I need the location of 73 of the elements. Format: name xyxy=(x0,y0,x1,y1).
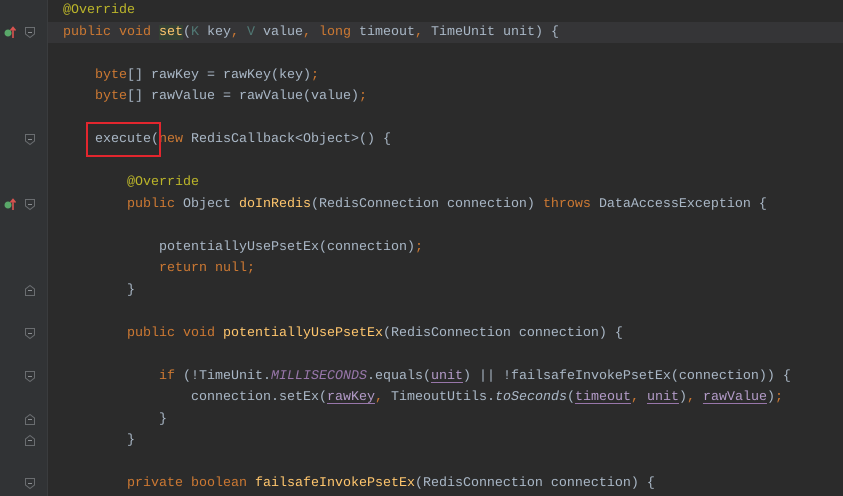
method-name: failsafeInvokePsetEx xyxy=(254,476,415,492)
annotation-text: @Override xyxy=(127,175,199,190)
keyword-text: public xyxy=(63,24,111,40)
keyword-text: byte xyxy=(95,68,127,83)
type-parameter-text: V xyxy=(247,24,255,40)
keyword-text: long xyxy=(319,24,351,40)
code-text: timeout xyxy=(359,24,415,40)
code-text: DataAccessException { xyxy=(598,196,767,212)
highlighted-code: execute( xyxy=(86,122,161,158)
code-text: [] rawValue = rawValue(value) xyxy=(127,89,359,104)
code-text: Object xyxy=(183,196,231,212)
annotation-text: @Override xyxy=(63,3,135,18)
punctuation-text: , xyxy=(231,24,239,40)
fold-end-icon[interactable] xyxy=(24,412,36,426)
variable-text: timeout xyxy=(574,390,631,406)
code-text: ) xyxy=(678,390,687,406)
code-text: } xyxy=(127,433,135,448)
method-name: potentiallyUsePsetEx xyxy=(222,326,383,341)
fold-icon[interactable] xyxy=(24,477,36,490)
punctuation-text: ; xyxy=(310,68,319,83)
variable-text: rawValue xyxy=(702,390,767,406)
code-text: ) || !failsafeInvokePsetEx(connection)) { xyxy=(462,368,791,384)
punctuation-text: ; xyxy=(358,89,367,104)
type-parameter-text: K xyxy=(191,24,199,40)
fold-icon[interactable] xyxy=(24,370,36,383)
code-text: ) xyxy=(766,390,775,406)
method-name: doInRedis xyxy=(239,196,311,212)
punctuation-text: , xyxy=(374,390,383,406)
method-call-text: toSeconds xyxy=(494,390,567,406)
fold-icon[interactable] xyxy=(24,133,36,146)
keyword-text: throws xyxy=(542,196,591,212)
fold-icon[interactable] xyxy=(24,26,36,39)
punctuation-text: , xyxy=(303,24,311,40)
variable-text: unit xyxy=(646,390,679,406)
fold-icon[interactable] xyxy=(24,198,36,211)
punctuation-text: , xyxy=(630,390,639,406)
code-text: TimeUnit unit) { xyxy=(431,24,559,40)
method-name: set xyxy=(159,24,183,40)
code-text: (!TimeUnit. xyxy=(183,368,271,384)
keyword-text: return null; xyxy=(159,261,255,276)
constant-text: MILLISECONDS xyxy=(270,368,367,384)
code-text: ( xyxy=(183,24,191,40)
keyword-text: private boolean xyxy=(127,476,247,492)
punctuation-text: ; xyxy=(774,390,783,406)
keyword-text: byte xyxy=(95,89,127,104)
code-text: potentiallyUsePsetEx(connection) xyxy=(159,240,415,255)
code-text: } xyxy=(127,282,135,298)
code-text: connection.setEx( xyxy=(191,390,327,406)
code-text: [] rawKey = rawKey(key) xyxy=(127,68,311,83)
code-text: ( xyxy=(566,390,575,406)
code-text: (RedisConnection connection) { xyxy=(414,476,655,492)
punctuation-text: ; xyxy=(414,240,423,255)
fold-end-icon[interactable] xyxy=(24,284,36,297)
punctuation-text: , xyxy=(686,390,695,406)
fold-icon[interactable] xyxy=(24,326,36,340)
variable-text: rawKey xyxy=(326,390,375,406)
code-text: value xyxy=(263,24,303,40)
override-marker-icon[interactable] xyxy=(4,197,16,212)
code-text: key xyxy=(207,24,231,40)
keyword-text: void xyxy=(119,24,151,40)
keyword-text: public xyxy=(127,196,175,212)
keyword-text: if xyxy=(159,368,175,384)
code-text: (RedisConnection connection) xyxy=(310,196,535,212)
keyword-text: public void xyxy=(127,326,215,341)
fold-end-icon[interactable] xyxy=(24,434,36,448)
code-text: } xyxy=(159,412,167,427)
override-marker-icon[interactable] xyxy=(4,25,16,40)
code-text: .equals( xyxy=(366,368,431,384)
punctuation-text: , xyxy=(415,24,423,40)
code-text: (RedisConnection connection) { xyxy=(382,326,623,341)
code-text: TimeoutUtils. xyxy=(390,390,495,406)
code-text: RedisCallback<Object>() { xyxy=(191,132,391,148)
variable-text: unit xyxy=(430,368,463,384)
